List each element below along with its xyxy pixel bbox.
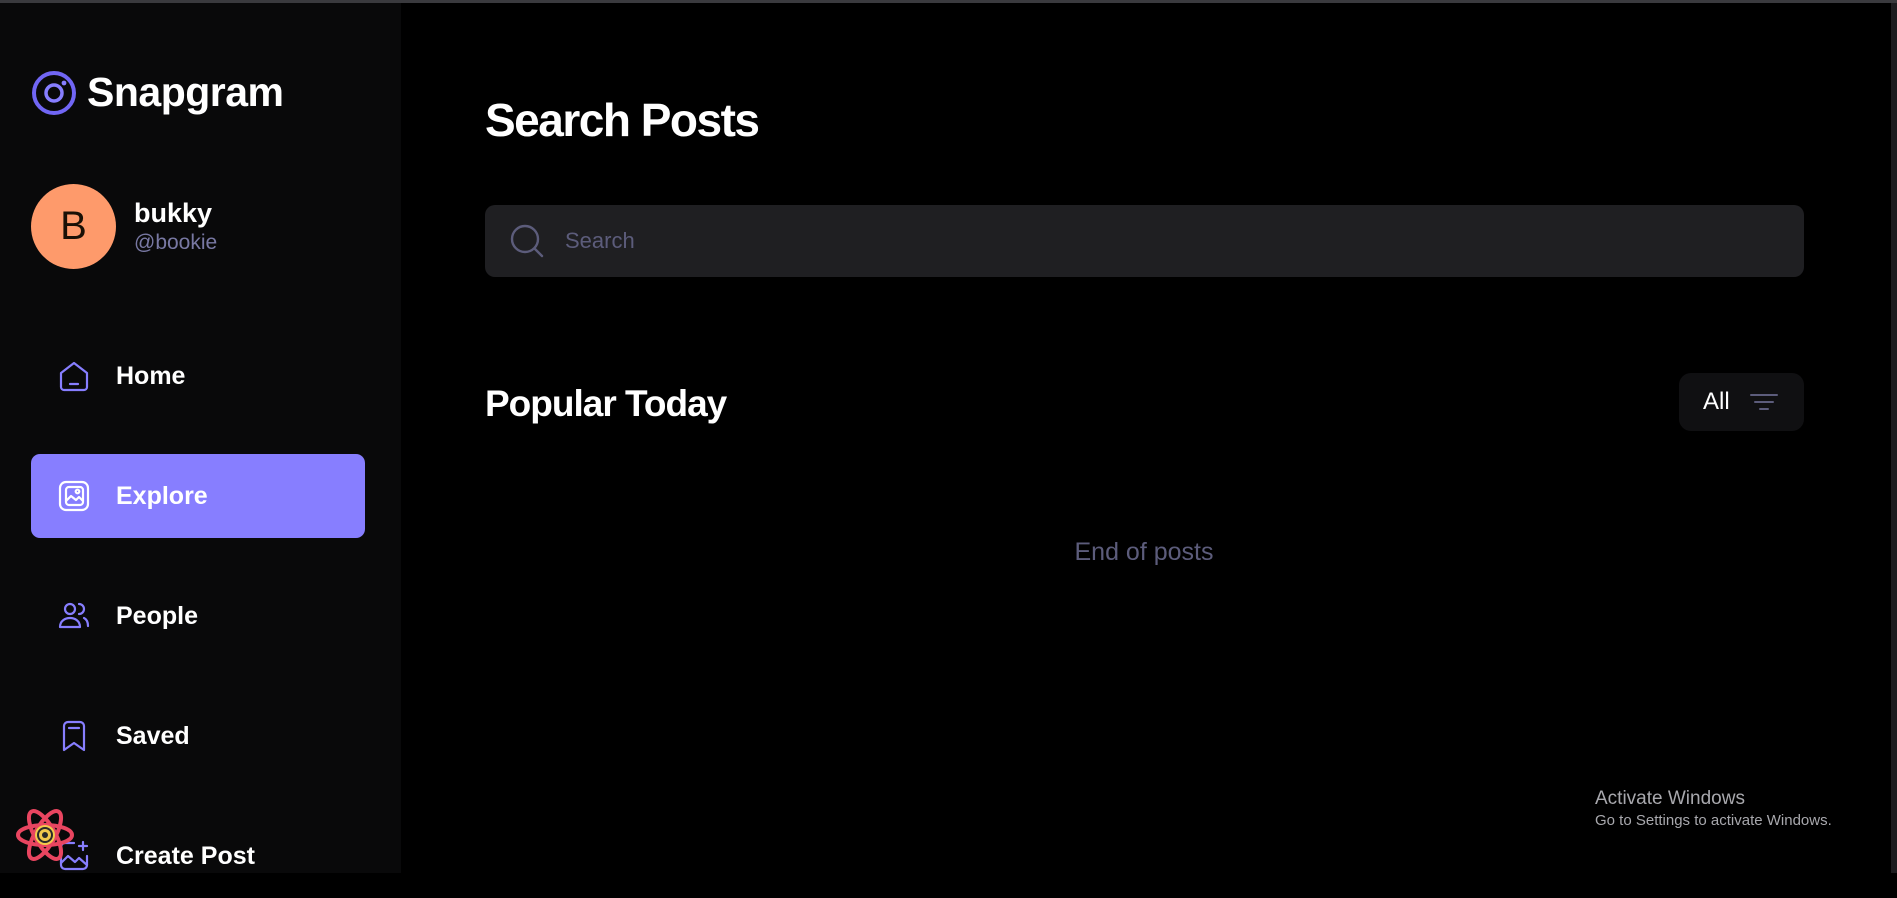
sidebar-item-people[interactable]: People xyxy=(31,574,365,658)
profile-text: bukky @bookie xyxy=(134,197,217,257)
gallery-icon xyxy=(56,478,92,514)
people-icon xyxy=(56,598,92,634)
left-sidebar: Snapgram B bukky @bookie Home Explore Pe… xyxy=(0,3,401,873)
watermark-subtitle: Go to Settings to activate Windows. xyxy=(1595,812,1832,829)
dev-tools-badge[interactable] xyxy=(14,805,76,870)
sidebar-item-explore[interactable]: Explore xyxy=(31,454,365,538)
filter-lines-icon xyxy=(1749,394,1778,410)
sidebar-item-home[interactable]: Home xyxy=(31,334,365,418)
filter-label: All xyxy=(1703,388,1730,415)
search-bar[interactable] xyxy=(485,205,1804,277)
user-profile[interactable]: B bukky @bookie xyxy=(31,184,217,269)
filter-button[interactable]: All xyxy=(1679,373,1804,431)
watermark-title: Activate Windows xyxy=(1595,788,1745,809)
camera-ring-icon xyxy=(32,70,76,115)
activate-windows-watermark: Activate Windows Go to Settings to activ… xyxy=(1595,787,1832,831)
section-title: Popular Today xyxy=(485,383,727,424)
profile-name: bukky xyxy=(134,197,213,228)
profile-handle: @bookie xyxy=(134,230,218,254)
sidebar-item-label: Create Post xyxy=(116,841,255,870)
bookmark-icon xyxy=(56,718,92,754)
sidebar-item-create-post[interactable]: Create Post xyxy=(31,814,365,898)
end-of-posts-message: End of posts xyxy=(1074,538,1214,566)
scrollbar[interactable] xyxy=(1891,3,1897,873)
main-content: Search Posts Popular Today All End of po… xyxy=(401,3,1897,873)
search-input[interactable] xyxy=(563,227,1804,255)
home-icon xyxy=(56,358,92,394)
sidebar-item-label: Saved xyxy=(116,721,190,750)
avatar[interactable]: B xyxy=(31,184,116,269)
sidebar-item-saved[interactable]: Saved xyxy=(31,694,365,778)
page-title: Search Posts xyxy=(485,94,760,146)
search-icon xyxy=(510,224,544,258)
sidebar-item-label: People xyxy=(116,601,198,630)
atom-icon xyxy=(16,809,74,861)
sidebar-item-label: Home xyxy=(116,361,186,390)
sidebar-item-label: Explore xyxy=(116,481,208,510)
app-logo[interactable]: Snapgram xyxy=(31,69,284,116)
app-name: Snapgram xyxy=(87,69,284,115)
